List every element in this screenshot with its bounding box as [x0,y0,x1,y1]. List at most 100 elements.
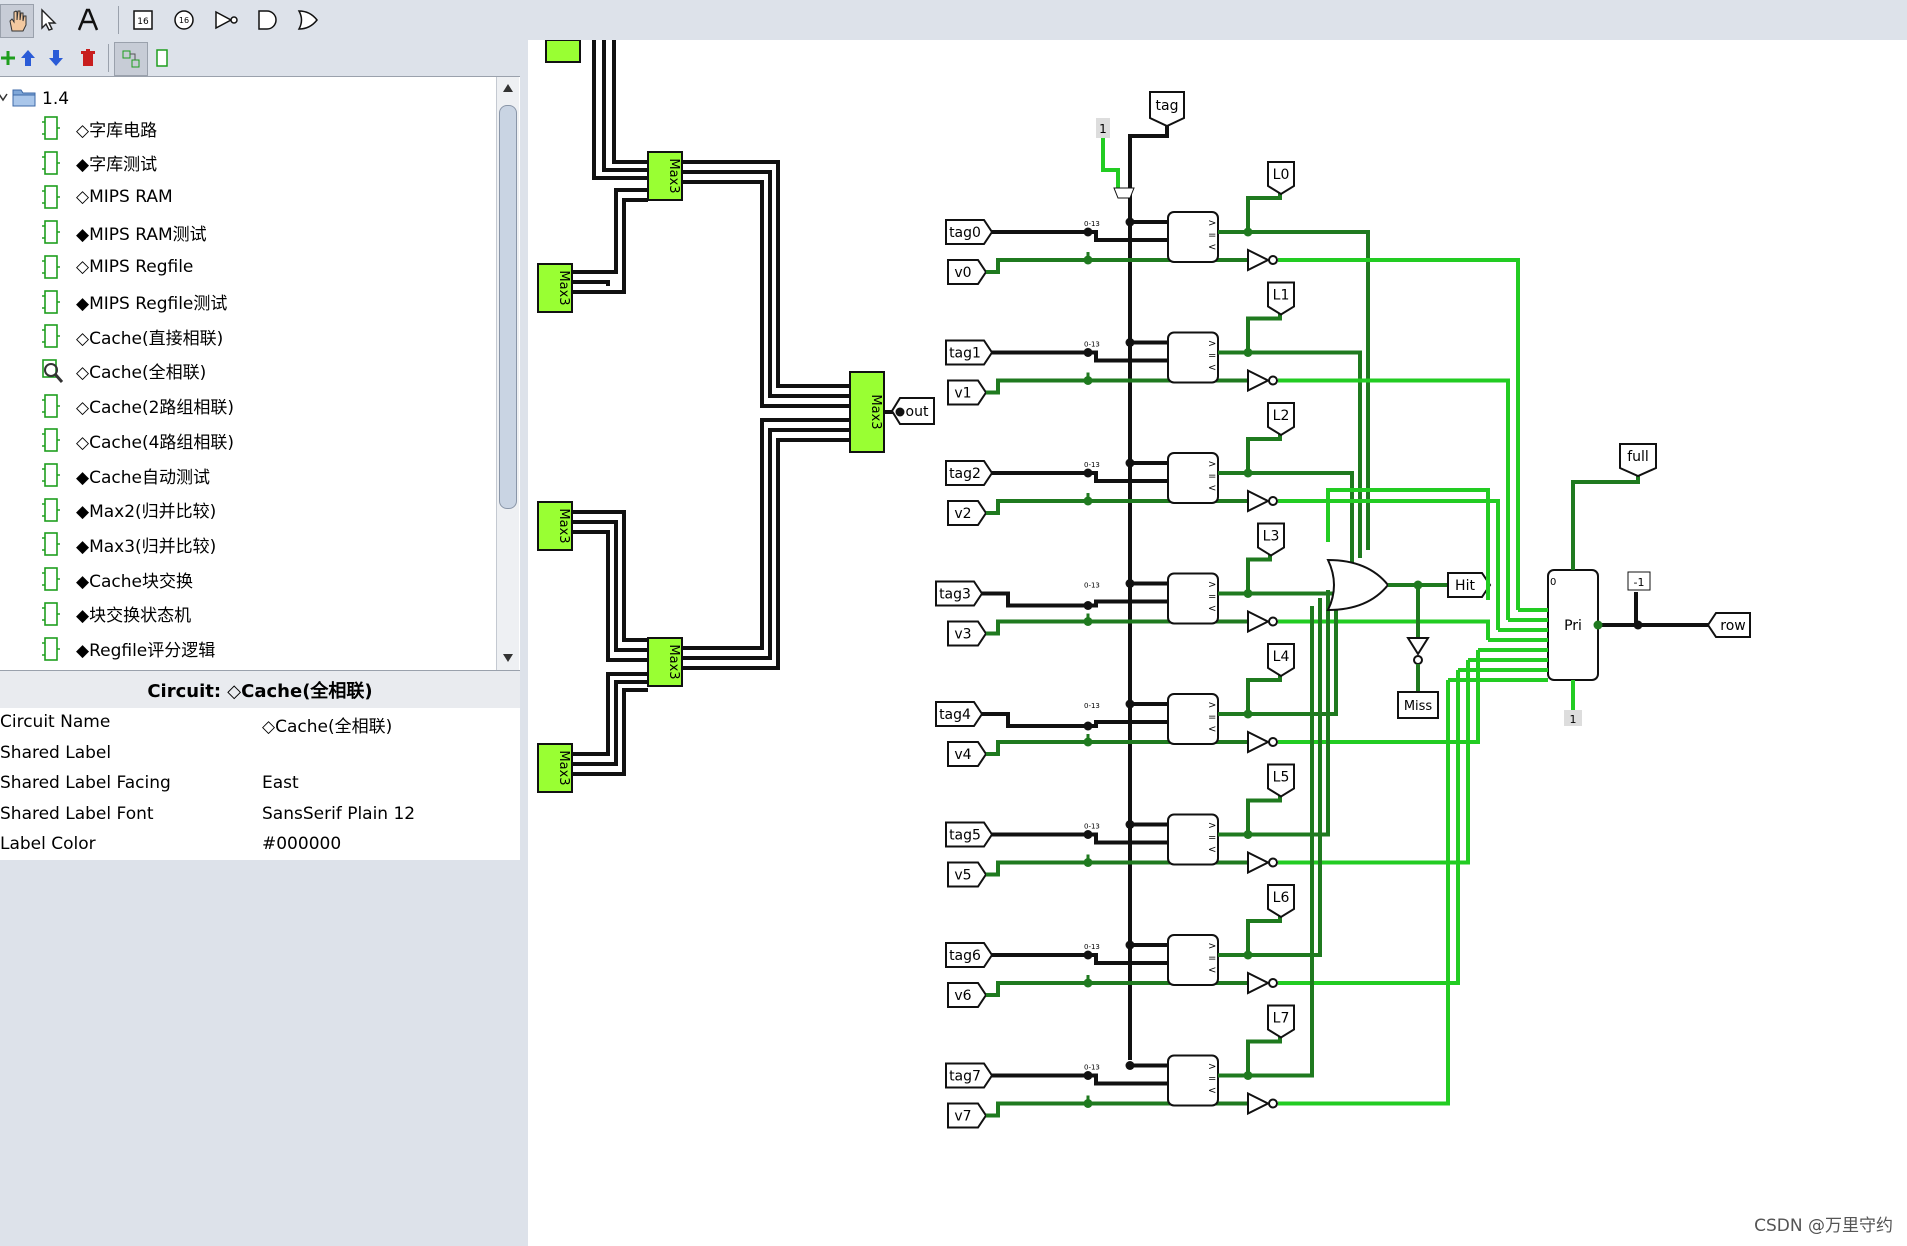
wire[interactable] [572,198,648,294]
tree-item-label: ◆块交换状态机 [76,606,192,627]
wire[interactable] [1218,188,1282,234]
layout-view-icon[interactable] [114,42,148,76]
not-gate[interactable] [1247,248,1271,272]
tree-root-folder[interactable]: 1.4 [0,83,480,113]
wire[interactable] [1218,549,1272,596]
attribute-value[interactable]: SansSerif Plain 12 [262,804,415,824]
comparator-symbol: = [1208,471,1216,482]
not-gate[interactable] [1247,609,1271,634]
tree-item[interactable]: ◆Cache自动测试 [40,460,480,490]
attribute-value[interactable]: ◇Cache(全相联) [262,712,392,737]
not-gate[interactable] [1247,971,1271,995]
attribute-row[interactable]: Circuit Name ◇Cache(全相联) [0,708,520,738]
wire[interactable] [1218,308,1282,355]
output-pin-tool-icon[interactable]: 16 [168,4,200,36]
poke-tool-hand-icon[interactable] [0,4,34,38]
wire[interactable] [682,428,850,660]
circuit-label: tag0 [949,225,981,241]
tree-item[interactable]: ◆MIPS Regfile测试 [40,287,480,317]
expand-chevron-icon[interactable] [0,91,8,103]
wire[interactable] [1278,258,1520,610]
wire[interactable] [1278,660,1470,865]
wire[interactable] [682,160,850,388]
max3-label: Max3 [868,394,883,429]
wire[interactable] [572,280,610,286]
select-tool-arrow-icon[interactable] [32,4,64,36]
wire[interactable] [682,438,850,670]
circuit-canvas[interactable]: Max3 Max3 Max3 Max3 Max3 Max3 out tag 1 tag0 v0 0-1… [528,40,1907,1246]
wire[interactable] [682,170,850,398]
text-tool-icon[interactable] [72,4,104,36]
tree-item[interactable]: ◇MIPS Regfile [40,252,480,282]
attribute-table-title: Circuit: ◇Cache(全相联) [0,670,520,710]
tree-item[interactable]: ◆Regfile评分逻辑 [40,634,480,664]
attribute-value[interactable]: #000000 [262,834,341,854]
appearance-view-icon[interactable] [146,42,178,74]
or-gate-tool-icon[interactable] [292,4,324,36]
circuit-chip-icon [40,219,62,245]
move-down-arrow-icon[interactable] [40,42,72,74]
circuit-drawing[interactable]: Max3Max3Max3Max3Max3Max3 outtag1tag0v00-1… [528,40,1907,1246]
tree-item[interactable]: ◆Cache块交换 [40,564,480,594]
tree-item[interactable]: ◆Max2(归并比较) [40,495,480,525]
tree-item[interactable]: ◇字库电路 [40,113,480,143]
wire[interactable] [982,712,1088,728]
attribute-row[interactable]: Shared Label Facing East [0,769,520,799]
wire[interactable] [1088,1073,1168,1086]
comparator-symbol: < [1208,483,1216,494]
not-gate[interactable] [1247,368,1271,393]
wire[interactable] [1278,619,1490,641]
wire[interactable] [1571,472,1640,570]
wire[interactable] [1218,670,1282,716]
wire[interactable] [682,180,850,408]
scroll-up-arrow-icon[interactable] [501,81,515,95]
not-gate[interactable] [1247,850,1271,875]
attribute-row[interactable]: Shared Label [0,739,520,769]
wire[interactable] [1218,790,1282,837]
tree-item[interactable]: ◇Cache(直接相联) [40,321,480,351]
max3-component[interactable] [545,40,581,63]
not-gate-bubble [1268,616,1278,627]
not-gate-bubble [1413,655,1423,665]
splitter[interactable] [1113,187,1135,199]
tree-item[interactable]: ◇Cache(全相联) [40,356,480,386]
comparator-symbol: < [1208,242,1216,253]
attribute-value[interactable]: East [262,773,299,793]
wire[interactable] [1128,126,1169,208]
circuit-label: L1 [1273,288,1290,304]
delete-trash-icon[interactable] [72,42,104,74]
tree-item[interactable]: ◇Cache(2路组相联) [40,391,480,421]
not-gate[interactable] [1247,730,1271,754]
wire[interactable] [682,418,850,650]
attribute-row[interactable]: Label Color #000000 [0,830,520,860]
wire[interactable] [1218,429,1282,475]
tree-scrollbar[interactable] [496,77,519,671]
pin-tool-icon[interactable]: 16 [127,4,159,36]
tree-item[interactable]: ◇Cache(4路组相联) [40,425,480,455]
and-gate-tool-icon[interactable] [252,4,284,36]
wire[interactable] [1101,138,1120,188]
scrollbar-thumb[interactable] [499,105,517,509]
wire[interactable] [572,188,648,274]
wire[interactable] [572,672,648,756]
tree-item[interactable]: ◆字库测试 [40,148,480,178]
wire[interactable] [1218,911,1282,957]
attribute-row[interactable]: Shared Label Font SansSerif Plain 12 [0,800,520,830]
not-gate[interactable] [1247,1091,1271,1116]
scroll-down-arrow-icon[interactable] [501,651,515,665]
wire[interactable] [1218,1031,1282,1078]
wire[interactable] [982,591,1088,608]
wire-junction [1083,227,1093,237]
not-gate[interactable] [1247,489,1271,513]
tree-item[interactable]: ◆Max3(归并比较) [40,529,480,559]
comparator-symbol: > [1208,339,1216,350]
tree-item[interactable]: ◇MIPS RAM [40,182,480,212]
wire[interactable] [602,40,648,172]
circuit-label: row [1720,618,1745,634]
not-gate-tool-icon[interactable] [210,4,242,36]
wire[interactable] [612,40,648,164]
or-gate[interactable] [1326,558,1390,612]
tree-item[interactable]: ◆块交换状态机 [40,599,480,629]
not-gate[interactable] [1406,637,1430,656]
tree-item[interactable]: ◆MIPS RAM测试 [40,217,480,247]
